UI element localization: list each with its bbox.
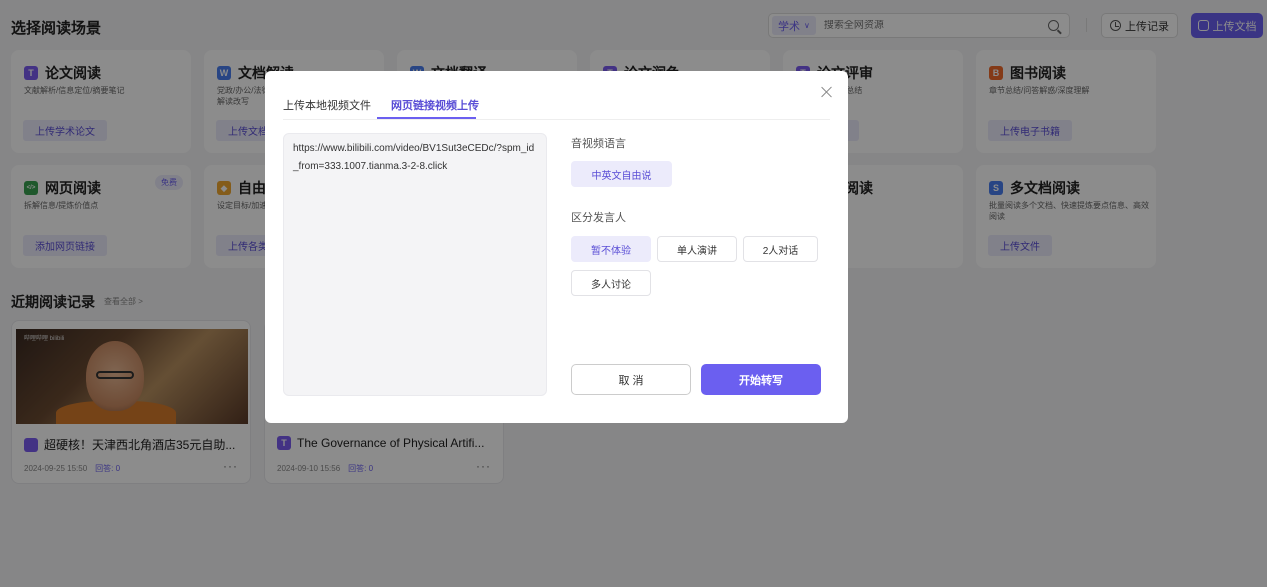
video-url-input[interactable]: https://www.bilibili.com/video/BV1Sut3eC… (283, 133, 547, 396)
active-tab-indicator (377, 117, 476, 119)
tab-web-link-video[interactable]: 网页链接视频上传 (391, 97, 479, 113)
speaker-label: 区分发言人 (571, 212, 626, 224)
tab-local-video[interactable]: 上传本地视频文件 (283, 97, 371, 113)
cancel-button[interactable]: 取 消 (571, 364, 691, 395)
video-upload-modal: 上传本地视频文件 网页链接视频上传 https://www.bilibili.c… (265, 71, 848, 423)
language-label: 音视频语言 (571, 138, 626, 150)
speaker-option-skip[interactable]: 暂不体验 (571, 236, 651, 262)
language-option-zh-en[interactable]: 中英文自由说 (571, 161, 672, 187)
tab-divider (283, 119, 830, 120)
speaker-option-two[interactable]: 2人对话 (743, 236, 818, 262)
speaker-option-multi[interactable]: 多人讨论 (571, 270, 651, 296)
speaker-option-single[interactable]: 单人演讲 (657, 236, 737, 262)
start-transcribe-button[interactable]: 开始转写 (701, 364, 821, 395)
close-icon[interactable] (821, 86, 833, 98)
